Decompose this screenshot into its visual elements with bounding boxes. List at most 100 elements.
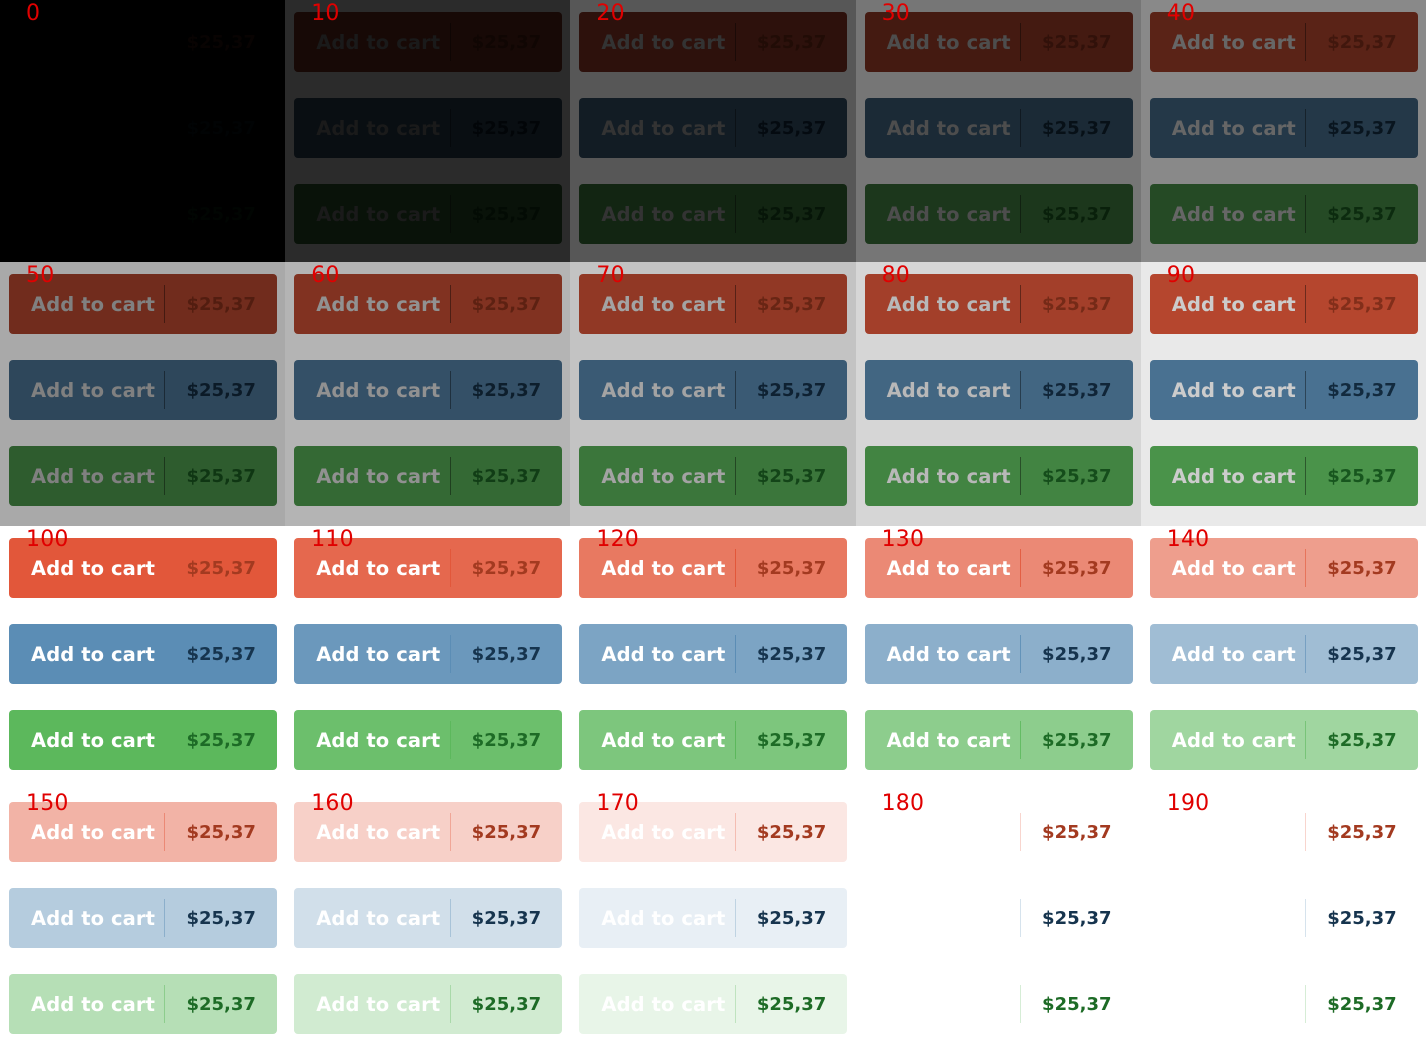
add-to-cart-button-orange[interactable]: Add to cart $25,37 — [579, 274, 848, 334]
add-to-cart-button-blue[interactable]: Add to cart $25,37 — [1149, 888, 1418, 948]
add-to-cart-label: Add to cart — [601, 378, 726, 402]
add-to-cart-button-blue[interactable]: Add to cart $25,37 — [864, 360, 1133, 420]
add-to-cart-button-blue[interactable]: Add to cart $25,37 — [579, 98, 848, 158]
add-to-cart-button-blue[interactable]: Add to cart $25,37 — [294, 360, 563, 420]
add-to-cart-label: Add to cart — [31, 992, 156, 1016]
add-to-cart-button-blue[interactable]: Add to cart $25,37 — [294, 98, 563, 158]
add-to-cart-label: Add to cart — [316, 292, 441, 316]
price-label: $25,37 — [186, 465, 256, 487]
add-to-cart-button-orange[interactable]: Add to cart $25,37 — [1149, 538, 1418, 598]
price-label: $25,37 — [471, 203, 542, 225]
add-to-cart-label: Add to cart — [601, 642, 726, 666]
add-to-cart-button-blue[interactable]: Add to cart $25,37 — [579, 624, 848, 684]
add-to-cart-button-orange[interactable]: Add to cart $25,37 — [864, 538, 1133, 598]
add-to-cart-label: Add to cart — [31, 642, 156, 666]
add-to-cart-button-orange[interactable]: Add to cart $25,37 — [864, 274, 1133, 334]
add-to-cart-button-blue[interactable]: Add to cart $25,37 — [9, 98, 277, 158]
add-to-cart-button-orange[interactable]: Add to cart $25,37 — [579, 12, 848, 72]
add-to-cart-button-blue[interactable]: Add to cart $25,37 — [1149, 624, 1418, 684]
add-to-cart-button-blue[interactable]: Add to cart $25,37 — [864, 624, 1133, 684]
price-label: $25,37 — [756, 643, 827, 665]
add-to-cart-button-orange[interactable]: Add to cart $25,37 — [579, 802, 848, 862]
price-label: $25,37 — [1327, 465, 1397, 487]
add-to-cart-label: Add to cart — [316, 30, 441, 54]
price-label: $25,37 — [1042, 557, 1112, 579]
add-to-cart-button-green[interactable]: Add to cart $25,37 — [9, 446, 277, 506]
add-to-cart-button-green[interactable]: Add to cart $25,37 — [864, 710, 1133, 770]
sweep-cell-80: 80 Add to cart $25,37 Add to cart $25,37 Add … — [855, 262, 1141, 526]
add-to-cart-button-green[interactable]: Add to cart $25,37 — [1149, 446, 1418, 506]
add-to-cart-button-orange[interactable]: Add to cart $25,37 — [9, 538, 277, 598]
price-label: $25,37 — [471, 465, 542, 487]
add-to-cart-button-orange[interactable]: Add to cart $25,37 — [864, 802, 1133, 862]
add-to-cart-button-green[interactable]: Add to cart $25,37 — [9, 184, 277, 244]
price-label: $25,37 — [471, 729, 542, 751]
add-to-cart-label: Add to cart — [31, 378, 156, 402]
add-to-cart-button-orange[interactable]: Add to cart $25,37 — [579, 538, 848, 598]
add-to-cart-button-blue[interactable]: Add to cart $25,37 — [9, 624, 277, 684]
add-to-cart-label: Add to cart — [1171, 992, 1296, 1016]
add-to-cart-button-green[interactable]: Add to cart $25,37 — [864, 974, 1133, 1034]
add-to-cart-label: Add to cart — [886, 642, 1011, 666]
add-to-cart-button-orange[interactable]: Add to cart $25,37 — [294, 274, 563, 334]
add-to-cart-button-green[interactable]: Add to cart $25,37 — [579, 446, 848, 506]
sweep-cell-70: 70 Add to cart $25,37 Add to cart $25,37 Add … — [570, 262, 856, 526]
add-to-cart-button-orange[interactable]: Add to cart $25,37 — [294, 12, 563, 72]
sweep-cell-180: 180 Add to cart $25,37 Add to cart $25,37 Add… — [855, 790, 1141, 1054]
add-to-cart-label: Add to cart — [601, 556, 726, 580]
price-label: $25,37 — [186, 729, 256, 751]
sweep-cell-160: 160 Add to cart $25,37 Add to cart $25,37 Add… — [285, 790, 571, 1054]
add-to-cart-button-green[interactable]: Add to cart $25,37 — [1149, 974, 1418, 1034]
price-label: $25,37 — [1327, 821, 1397, 843]
add-to-cart-button-blue[interactable]: Add to cart $25,37 — [579, 360, 848, 420]
add-to-cart-button-blue[interactable]: Add to cart $25,37 — [9, 888, 277, 948]
add-to-cart-button-green[interactable]: Add to cart $25,37 — [579, 184, 848, 244]
price-label: $25,37 — [186, 821, 256, 843]
add-to-cart-button-blue[interactable]: Add to cart $25,37 — [864, 98, 1133, 158]
add-to-cart-button-blue[interactable]: Add to cart $25,37 — [1149, 98, 1418, 158]
add-to-cart-button-green[interactable]: Add to cart $25,37 — [579, 974, 848, 1034]
add-to-cart-button-blue[interactable]: Add to cart $25,37 — [9, 360, 277, 420]
price-label: $25,37 — [1042, 907, 1112, 929]
add-to-cart-button-orange[interactable]: Add to cart $25,37 — [864, 12, 1133, 72]
add-to-cart-button-green[interactable]: Add to cart $25,37 — [294, 710, 563, 770]
add-to-cart-label: Add to cart — [1171, 30, 1296, 54]
add-to-cart-button-orange[interactable]: Add to cart $25,37 — [1149, 12, 1418, 72]
add-to-cart-label: Add to cart — [316, 556, 441, 580]
add-to-cart-button-green[interactable]: Add to cart $25,37 — [579, 710, 848, 770]
price-label: $25,37 — [186, 379, 256, 401]
add-to-cart-button-green[interactable]: Add to cart $25,37 — [294, 446, 563, 506]
add-to-cart-button-green[interactable]: Add to cart $25,37 — [864, 184, 1133, 244]
add-to-cart-button-blue[interactable]: Add to cart $25,37 — [294, 624, 563, 684]
price-label: $25,37 — [1327, 203, 1397, 225]
add-to-cart-button-green[interactable]: Add to cart $25,37 — [864, 446, 1133, 506]
add-to-cart-button-blue[interactable]: Add to cart $25,37 — [579, 888, 848, 948]
price-label: $25,37 — [756, 203, 827, 225]
add-to-cart-button-blue[interactable]: Add to cart $25,37 — [864, 888, 1133, 948]
add-to-cart-label: Add to cart — [1171, 728, 1296, 752]
add-to-cart-label: Add to cart — [31, 292, 156, 316]
price-label: $25,37 — [756, 379, 827, 401]
add-to-cart-button-green[interactable]: Add to cart $25,37 — [9, 974, 277, 1034]
add-to-cart-button-blue[interactable]: Add to cart $25,37 — [1149, 360, 1418, 420]
add-to-cart-button-green[interactable]: Add to cart $25,37 — [1149, 184, 1418, 244]
price-label: $25,37 — [1042, 117, 1112, 139]
add-to-cart-label: Add to cart — [1171, 202, 1296, 226]
add-to-cart-button-orange[interactable]: Add to cart $25,37 — [9, 274, 277, 334]
add-to-cart-button-orange[interactable]: Add to cart $25,37 — [294, 802, 563, 862]
add-to-cart-button-orange[interactable]: Add to cart $25,37 — [9, 802, 277, 862]
add-to-cart-button-orange[interactable]: Add to cart $25,37 — [1149, 274, 1418, 334]
add-to-cart-button-orange[interactable]: Add to cart $25,37 — [9, 12, 277, 72]
add-to-cart-button-blue[interactable]: Add to cart $25,37 — [294, 888, 563, 948]
add-to-cart-label: Add to cart — [886, 292, 1011, 316]
add-to-cart-button-green[interactable]: Add to cart $25,37 — [294, 974, 563, 1034]
add-to-cart-button-orange[interactable]: Add to cart $25,37 — [1149, 802, 1418, 862]
add-to-cart-label: Add to cart — [1171, 906, 1296, 930]
add-to-cart-button-green[interactable]: Add to cart $25,37 — [9, 710, 277, 770]
price-label: $25,37 — [471, 643, 542, 665]
price-label: $25,37 — [186, 31, 256, 53]
add-to-cart-button-green[interactable]: Add to cart $25,37 — [1149, 710, 1418, 770]
price-label: $25,37 — [471, 293, 542, 315]
add-to-cart-button-orange[interactable]: Add to cart $25,37 — [294, 538, 563, 598]
add-to-cart-button-green[interactable]: Add to cart $25,37 — [294, 184, 563, 244]
